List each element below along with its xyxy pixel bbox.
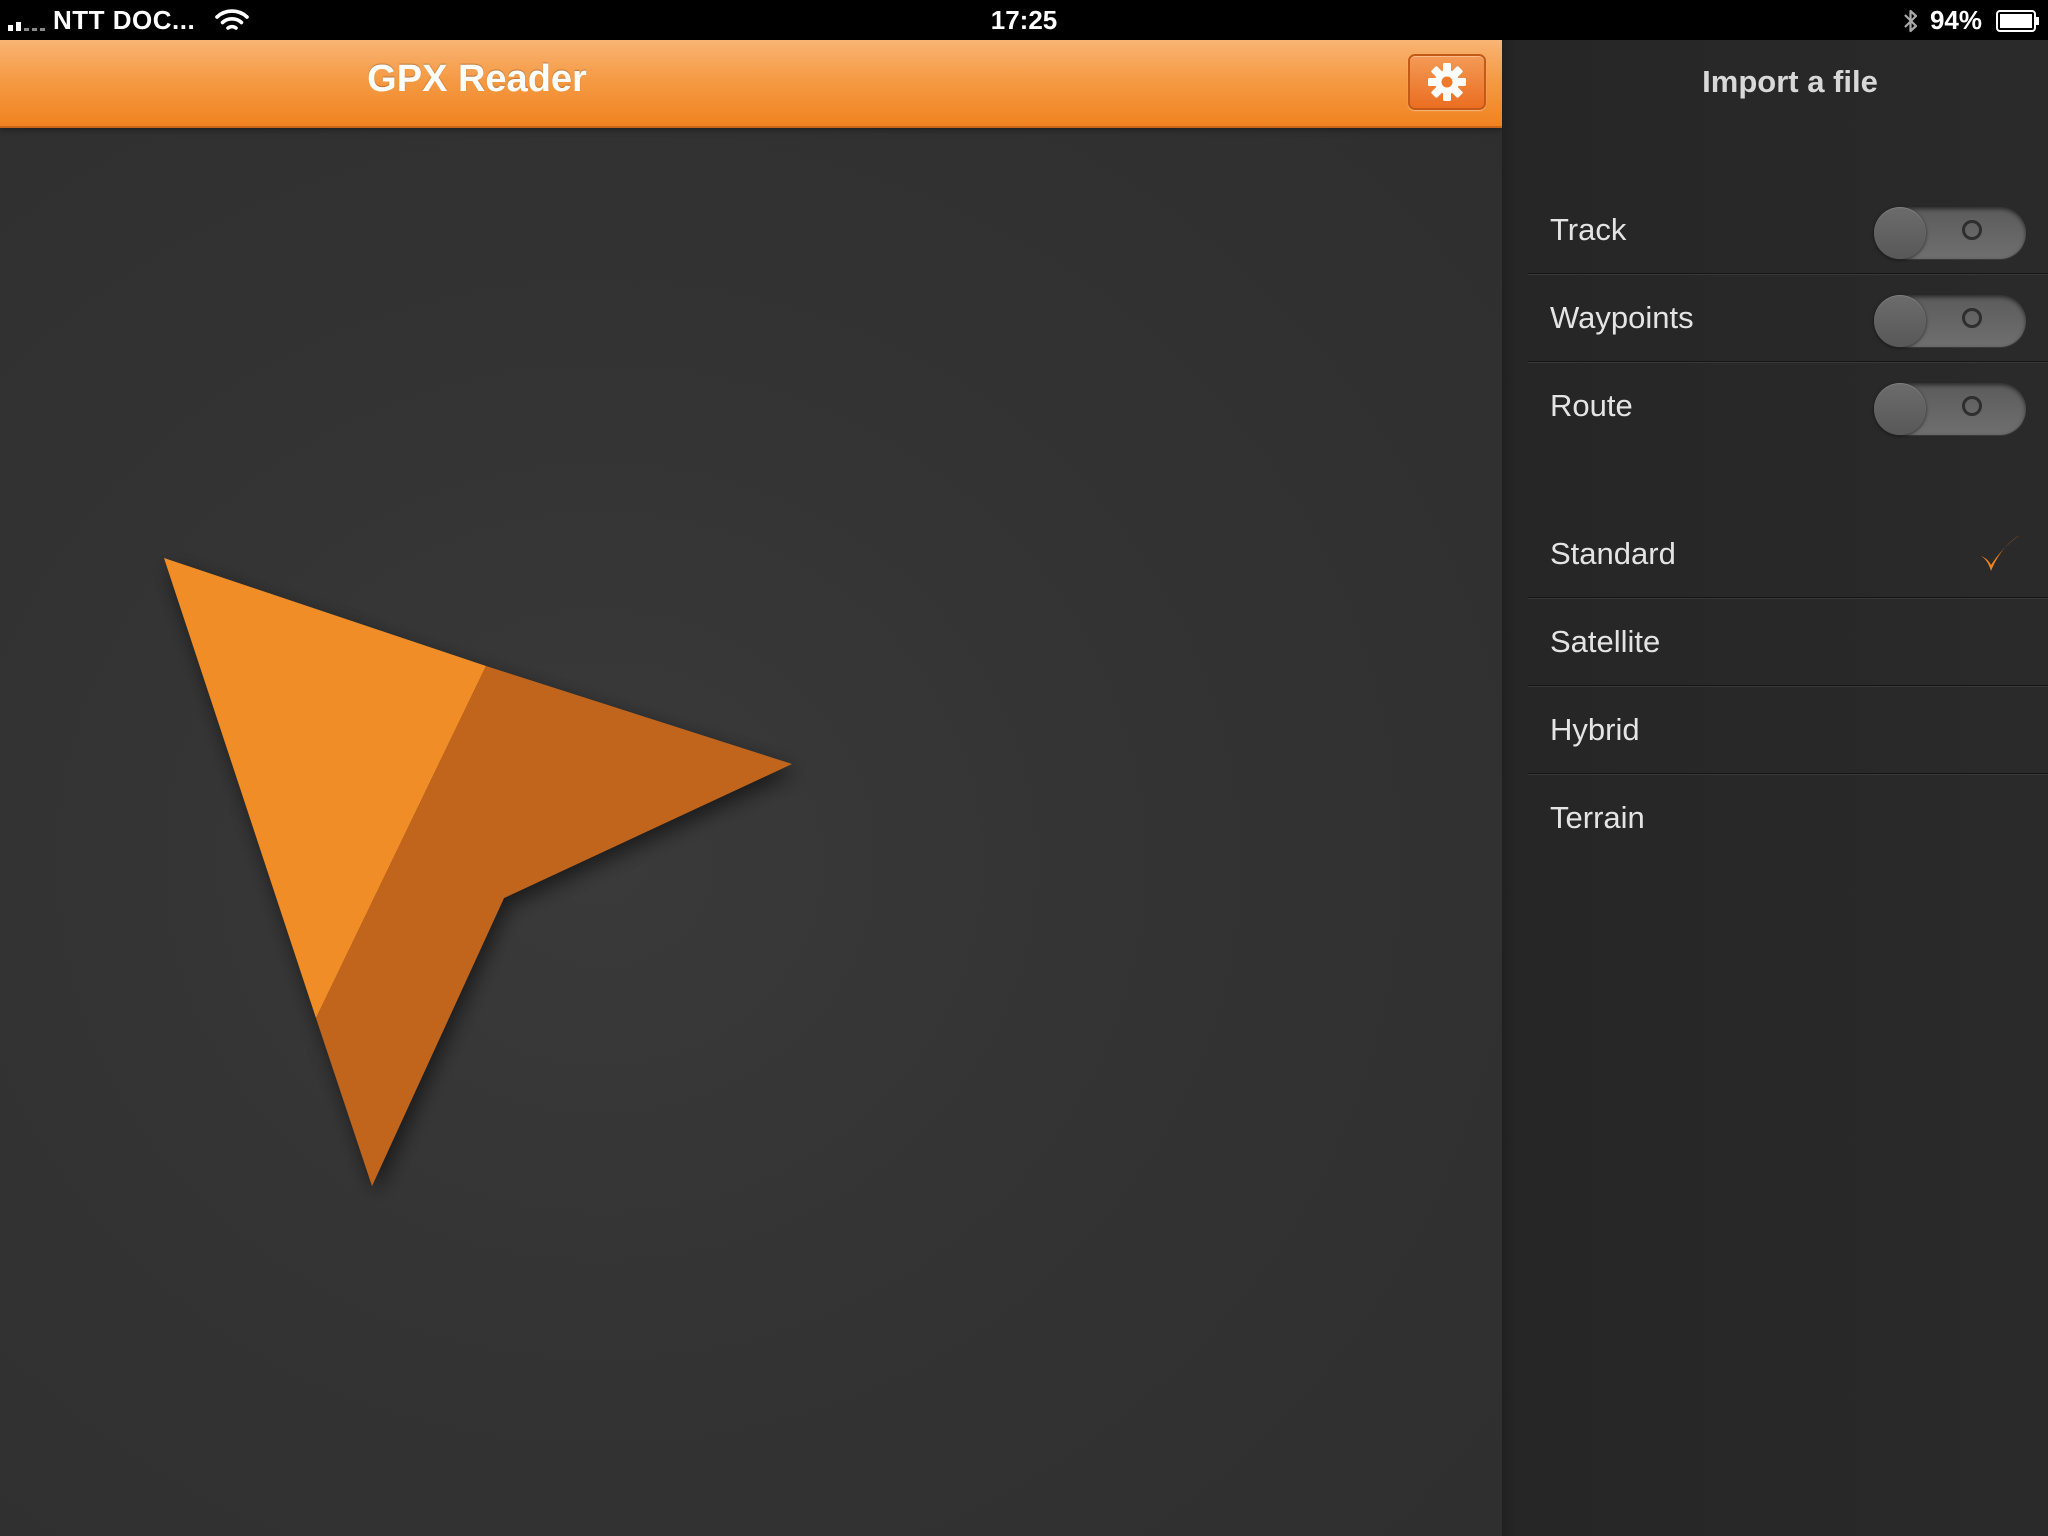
battery-percent: 94% (1929, 5, 1982, 35)
toggle-off-icon (1962, 308, 1982, 328)
map-type-label: Hybrid (1550, 712, 1640, 747)
toggle-label: Track (1550, 212, 1627, 247)
navigation-bar: GPX Reader (0, 40, 1502, 128)
track-toggle[interactable] (1874, 207, 2026, 259)
toggle-knob (1874, 383, 1926, 435)
toggle-knob (1874, 207, 1926, 259)
map-type-standard[interactable]: Standard (1528, 510, 2048, 598)
ipad-screen: NTT DOC... 17:25 94% GPX Reader Import a… (0, 0, 2048, 1536)
navigation-arrow-logo (164, 558, 792, 1186)
gear-icon (1428, 63, 1466, 101)
waypoints-toggle[interactable] (1874, 295, 2026, 347)
map-type-label: Terrain (1550, 800, 1645, 835)
toggle-off-icon (1962, 220, 1982, 240)
status-bar: NTT DOC... 17:25 94% (0, 0, 2048, 40)
toggle-row-track: Track (1528, 186, 2048, 274)
toggle-knob (1874, 295, 1926, 347)
settings-button[interactable] (1408, 54, 1486, 110)
battery-icon (1996, 9, 2039, 32)
toggle-row-route: Route (1528, 362, 2048, 450)
panel-title: Import a file (1702, 64, 1878, 99)
map-type-satellite[interactable]: Satellite (1528, 598, 2048, 686)
status-right: 94% (1902, 5, 2040, 36)
toggle-off-icon (1962, 396, 1982, 416)
map-type-label: Satellite (1550, 624, 1661, 659)
map-type-label: Standard (1550, 536, 1676, 571)
route-toggle[interactable] (1874, 383, 2026, 435)
import-settings-panel: Import a file Track Waypoints Route Stan… (1502, 40, 2048, 1536)
toggle-row-waypoints: Waypoints (1528, 274, 2048, 362)
checkmark-icon (1981, 535, 2020, 571)
bluetooth-icon (1904, 9, 1918, 32)
main-pane: GPX Reader (0, 40, 1502, 1536)
map-type-hybrid[interactable]: Hybrid (1528, 686, 2048, 774)
toggle-label: Waypoints (1550, 300, 1694, 335)
map-type-terrain[interactable]: Terrain (1528, 774, 2048, 862)
status-time: 17:25 (990, 5, 1058, 35)
app-title: GPX Reader (367, 58, 587, 100)
toggle-label: Route (1550, 388, 1633, 423)
